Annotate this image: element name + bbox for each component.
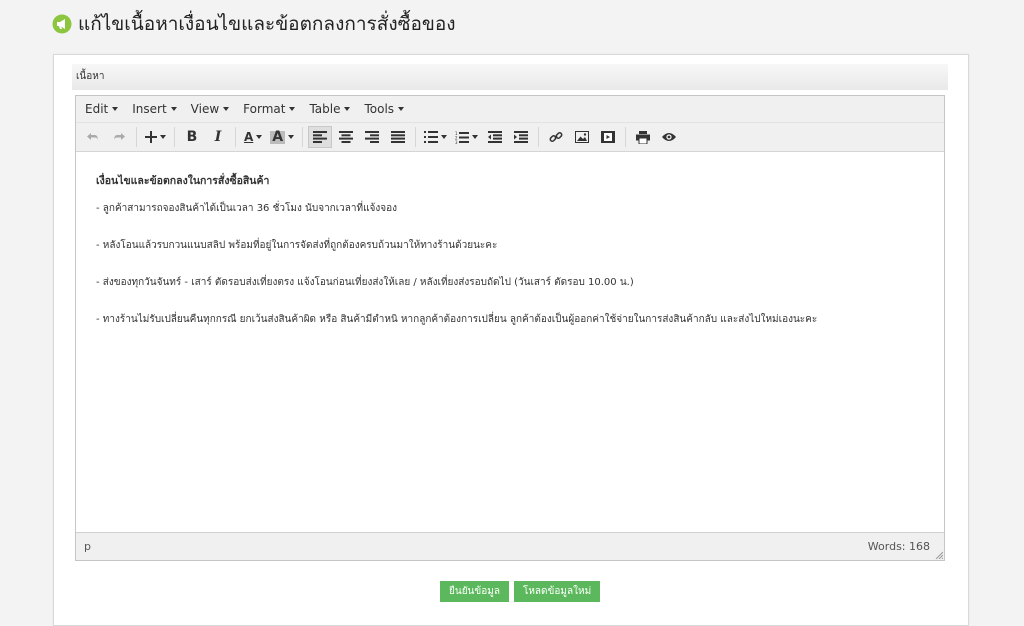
content-panel: เนื้อหา Edit Insert View Format Table To… xyxy=(53,54,969,626)
panel-heading: เนื้อหา xyxy=(72,64,948,90)
menu-table[interactable]: Table xyxy=(302,102,357,116)
media-icon xyxy=(601,131,616,143)
rich-text-editor: Edit Insert View Format Table Tools B I xyxy=(75,95,945,561)
caret-down-icon xyxy=(472,135,479,139)
undo-icon xyxy=(87,133,98,141)
editor-menubar: Edit Insert View Format Table Tools xyxy=(76,96,944,123)
menu-format[interactable]: Format xyxy=(236,102,302,116)
bold-button[interactable]: B xyxy=(180,126,204,148)
word-count: Words: 168 xyxy=(867,540,930,553)
editor-toolbar: B I A A 1 2 3 xyxy=(76,123,944,152)
indent-icon xyxy=(514,131,529,143)
text-color-button[interactable]: A xyxy=(241,126,265,148)
caret-down-icon xyxy=(344,107,351,111)
eye-icon xyxy=(662,133,677,141)
italic-button[interactable]: I xyxy=(206,126,230,148)
page-title: แก้ไขเนื้อหาเงื่อนไขและข้อตกลงการสั่งซื้… xyxy=(78,13,456,35)
print-button[interactable] xyxy=(631,126,655,148)
caret-down-icon xyxy=(160,135,166,139)
toolbar-separator xyxy=(174,127,175,147)
toolbar-separator xyxy=(235,127,236,147)
caret-down-icon xyxy=(398,107,405,111)
bullet-list-button[interactable] xyxy=(421,126,450,148)
toolbar-separator xyxy=(415,127,417,147)
toolbar-separator xyxy=(302,127,304,147)
outdent-button[interactable] xyxy=(483,126,507,148)
content-line: - ทางร้านไม่รับเปลี่ยนคืนทุกกรณี ยกเว้นส… xyxy=(96,314,818,325)
menu-view[interactable]: View xyxy=(184,102,236,116)
caret-down-icon xyxy=(170,107,177,111)
background-color-button[interactable]: A xyxy=(267,126,297,148)
bold-icon: B xyxy=(186,129,198,145)
image-button[interactable] xyxy=(570,126,594,148)
numbered-list-icon: 123 xyxy=(455,131,470,144)
content-line: - ส่งของทุกวันจันทร์ - เสาร์ ตัดรอบส่งเท… xyxy=(96,277,634,288)
menu-view-label: View xyxy=(190,102,220,116)
preview-button[interactable] xyxy=(657,126,681,148)
toolbar-separator xyxy=(136,127,137,147)
page-header: แก้ไขเนื้อหาเงื่อนไขและข้อตกลงการสั่งซื้… xyxy=(52,10,456,38)
menu-format-label: Format xyxy=(243,102,286,116)
caret-down-icon xyxy=(223,107,230,111)
caret-down-icon xyxy=(288,135,295,139)
link-button[interactable] xyxy=(544,126,568,148)
plus-icon xyxy=(145,131,157,143)
menu-tools[interactable]: Tools xyxy=(357,102,411,116)
caret-down-icon xyxy=(289,107,296,111)
align-justify-button[interactable] xyxy=(386,126,410,148)
content-line: - ลูกค้าสามารถจองสินค้าได้เป็นเวลา 36 ชั… xyxy=(96,203,398,214)
menu-insert[interactable]: Insert xyxy=(125,102,183,116)
menu-tools-label: Tools xyxy=(364,102,395,116)
align-left-button[interactable] xyxy=(308,126,333,148)
redo-button[interactable] xyxy=(107,126,131,148)
background-color-icon: A xyxy=(270,128,286,145)
bullet-list-icon xyxy=(424,131,439,143)
menu-edit[interactable]: Edit xyxy=(78,102,125,116)
menu-insert-label: Insert xyxy=(132,102,167,116)
save-button[interactable]: ยืนยันข้อมูล xyxy=(440,581,509,602)
editor-statusbar: p Words: 168 xyxy=(76,532,944,560)
toolbar-separator xyxy=(625,127,627,147)
content-heading: เงื่อนไขและข้อตกลงในการสั่งซื้อสินค้า xyxy=(96,175,270,187)
text-color-glyph: A xyxy=(244,130,254,144)
undo-button[interactable] xyxy=(81,126,105,148)
italic-icon: I xyxy=(214,129,222,145)
image-icon xyxy=(575,131,590,143)
redo-icon xyxy=(114,133,125,141)
align-right-icon xyxy=(365,131,380,143)
outdent-icon xyxy=(488,131,503,143)
resize-handle-icon[interactable] xyxy=(935,551,943,559)
svg-text:3: 3 xyxy=(455,140,458,144)
toolbar-separator xyxy=(538,127,540,147)
reload-button[interactable]: โหลดข้อมูลใหม่ xyxy=(513,581,601,602)
numbered-list-button[interactable]: 123 xyxy=(452,126,481,148)
align-center-button[interactable] xyxy=(334,126,358,148)
indent-button[interactable] xyxy=(509,126,533,148)
content-line: - หลังโอนแล้วรบกวนแนบสลิป พร้อมที่อยู่ใน… xyxy=(96,240,498,251)
text-color-icon: A xyxy=(244,131,253,143)
caret-down-icon xyxy=(256,135,263,139)
insert-button[interactable] xyxy=(142,126,169,148)
megaphone-icon xyxy=(52,14,72,34)
align-right-button[interactable] xyxy=(360,126,384,148)
editor-content[interactable]: เงื่อนไขและข้อตกลงในการสั่งซื้อสินค้า - … xyxy=(76,152,944,532)
menu-edit-label: Edit xyxy=(85,102,109,116)
caret-down-icon xyxy=(441,135,448,139)
menu-table-label: Table xyxy=(309,102,341,116)
link-icon xyxy=(549,132,563,142)
form-actions: ยืนยันข้อมูล โหลดข้อมูลใหม่ xyxy=(440,581,601,602)
element-path[interactable]: p xyxy=(84,540,91,553)
caret-down-icon xyxy=(112,107,119,111)
align-justify-icon xyxy=(391,131,406,143)
align-left-icon xyxy=(313,131,328,143)
media-button[interactable] xyxy=(596,126,620,148)
print-icon xyxy=(636,130,651,144)
align-center-icon xyxy=(339,131,354,143)
